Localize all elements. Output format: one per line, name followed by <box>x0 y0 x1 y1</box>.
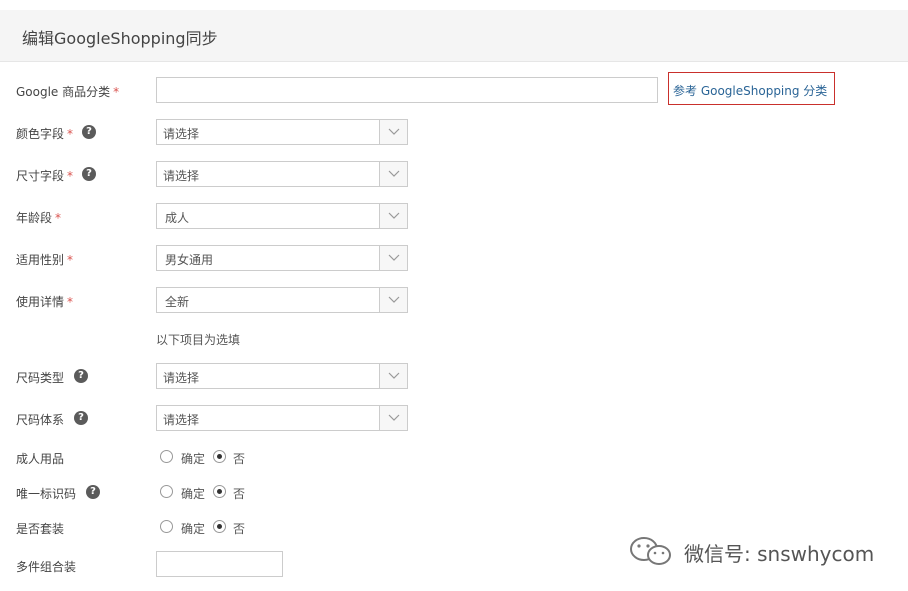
chevron-down-icon <box>379 288 407 312</box>
help-icon[interactable]: ? <box>74 369 88 383</box>
radio-label: 否 <box>233 452 246 466</box>
condition-select[interactable]: 全新 <box>156 287 408 313</box>
select-value: 请选择 <box>163 169 200 183</box>
size-type-label: 尺码类型 <box>16 369 64 386</box>
condition-label: 使用详情 * <box>16 293 73 310</box>
google-category-label-text: Google 商品分类 <box>16 85 111 99</box>
size-system-label-text: 尺码体系 <box>16 413 65 427</box>
required-mark: * <box>67 127 74 141</box>
age-group-select[interactable]: 成人 <box>156 203 408 229</box>
google-category-reference-text: 参考 GoogleShopping 分类 <box>673 84 828 98</box>
select-value: 全新 <box>165 295 190 309</box>
gender-label: 适用性别 * <box>16 251 73 268</box>
radio-label: 确定 <box>181 522 206 536</box>
gender-select[interactable]: 男女通用 <box>156 245 408 271</box>
multipack-input[interactable] <box>156 551 283 577</box>
page-title: 编辑GoogleShopping同步 <box>22 29 218 48</box>
required-mark: * <box>55 211 62 225</box>
radio-label: 否 <box>233 522 246 536</box>
size-system-select[interactable]: 请选择 <box>156 405 408 431</box>
radio-label: 否 <box>233 487 246 501</box>
required-mark: * <box>67 253 74 267</box>
size-field-label-text: 尺寸字段 <box>16 169 65 183</box>
adult-label-text: 成人用品 <box>16 452 65 466</box>
wechat-icon <box>630 537 671 565</box>
bundle-radio-no[interactable] <box>213 520 226 533</box>
select-value: 请选择 <box>163 127 200 141</box>
size-type-select[interactable]: 请选择 <box>156 363 408 389</box>
page-header: 编辑GoogleShopping同步 <box>0 10 908 62</box>
radio-label: 确定 <box>181 452 206 466</box>
chevron-down-icon <box>379 246 407 270</box>
bundle-label-text: 是否套装 <box>16 522 65 536</box>
color-field-select[interactable]: 请选择 <box>156 119 408 145</box>
help-icon[interactable]: ? <box>74 411 88 425</box>
radio-label: 确定 <box>181 487 206 501</box>
age-group-label-text: 年龄段 <box>16 211 53 225</box>
required-mark: * <box>113 85 120 99</box>
identifier-radio-no[interactable] <box>213 485 226 498</box>
multipack-label: 多件组合装 <box>16 558 76 575</box>
bundle-label: 是否套装 <box>16 520 64 537</box>
help-icon[interactable]: ? <box>82 125 96 139</box>
size-type-label-text: 尺码类型 <box>16 371 65 385</box>
identifier-label: 唯一标识码 <box>16 485 76 502</box>
required-mark: * <box>67 169 74 183</box>
color-field-label: 颜色字段 * <box>16 125 73 142</box>
chevron-down-icon <box>379 162 407 186</box>
identifier-radio-yes[interactable] <box>160 485 173 498</box>
wechat-watermark: 微信号: snswhycom <box>626 536 874 566</box>
chevron-down-icon <box>379 120 407 144</box>
multipack-label-text: 多件组合装 <box>16 560 77 574</box>
chevron-down-icon <box>379 406 407 430</box>
google-category-input[interactable] <box>156 77 658 103</box>
size-field-label: 尺寸字段 * <box>16 167 73 184</box>
size-field-select[interactable]: 请选择 <box>156 161 408 187</box>
size-system-label: 尺码体系 <box>16 411 64 428</box>
age-group-label: 年龄段 * <box>16 209 61 226</box>
select-value: 男女通用 <box>165 253 214 267</box>
google-category-reference-link[interactable]: 参考 GoogleShopping 分类 <box>668 72 835 105</box>
identifier-label-text: 唯一标识码 <box>16 487 77 501</box>
required-mark: * <box>67 295 74 309</box>
select-value: 请选择 <box>163 413 200 427</box>
select-value: 请选择 <box>163 371 200 385</box>
help-icon[interactable]: ? <box>82 167 96 181</box>
select-value: 成人 <box>165 211 190 225</box>
chevron-down-icon <box>379 204 407 228</box>
optional-section-note: 以下项目为选填 <box>156 333 241 347</box>
condition-label-text: 使用详情 <box>16 295 65 309</box>
watermark-text: 微信号: snswhycom <box>684 542 875 566</box>
color-field-label-text: 颜色字段 <box>16 127 65 141</box>
adult-radio-no[interactable] <box>213 450 226 463</box>
adult-radio-yes[interactable] <box>160 450 173 463</box>
bundle-radio-yes[interactable] <box>160 520 173 533</box>
adult-label: 成人用品 <box>16 450 64 467</box>
gender-label-text: 适用性别 <box>16 253 65 267</box>
google-category-label: Google 商品分类 * <box>16 83 119 100</box>
help-icon[interactable]: ? <box>86 485 100 499</box>
chevron-down-icon <box>379 364 407 388</box>
